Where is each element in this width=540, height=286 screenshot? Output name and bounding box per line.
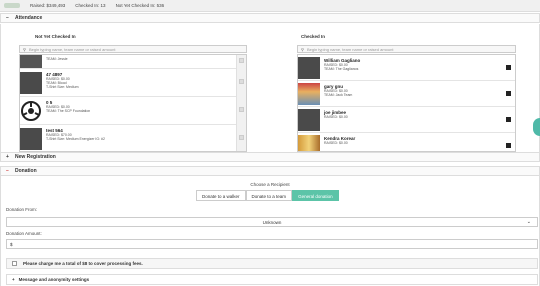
list-item[interactable]: joe jimbee RAISED: $0.00 [298, 107, 515, 133]
not-checked-in-search[interactable]: ⚲ Begin typing name, team name or raised… [19, 45, 247, 53]
collapse-icon: − [6, 168, 9, 174]
search-icon: ⚲ [301, 46, 304, 52]
checked-in-checkbox[interactable] [506, 117, 511, 122]
donation-amount-label: Donation Amount: [6, 231, 42, 236]
raised-line: RAISED: $0.00 [324, 141, 348, 145]
donation-from-select[interactable]: Unknown ⌄ [6, 217, 538, 227]
donation-from-label: Donation From: [6, 207, 38, 212]
avatar [20, 55, 42, 68]
donate-to-team-button[interactable]: Donate to a team [245, 190, 293, 201]
search-icon: ⚲ [23, 46, 26, 52]
raised-total: Raised: $349,493 [30, 3, 66, 8]
collapse-icon: − [6, 15, 9, 21]
expand-icon: + [6, 154, 9, 160]
donation-amount-input[interactable]: $ [6, 239, 538, 249]
recipient-button-group: Donate to a walker Donate to a team Gene… [196, 190, 339, 201]
search-placeholder: Begin typing name, team name or raised a… [28, 46, 116, 52]
avatar [20, 128, 42, 150]
team-line: TEAM: The SCP Foundation [46, 109, 91, 114]
checkin-toggle[interactable] [239, 135, 244, 140]
checkin-toggle[interactable] [239, 58, 244, 63]
processing-fee-checkbox[interactable] [12, 261, 17, 266]
processing-fee-option[interactable]: Please charge me a total of $8 to cover … [6, 258, 538, 269]
attendance-title: Attendance [15, 15, 43, 21]
avatar [298, 109, 320, 131]
list-item[interactable]: 47 4897 RAISED: $0.00 TEAM: Blood T-Shir… [20, 69, 246, 97]
list-item[interactable]: Kendra Korear RAISED: $0.00 [298, 133, 515, 151]
chevron-down-icon: ⌄ [526, 219, 531, 225]
not-checked-in-list[interactable]: TEAM: Jessie 47 4897 RAISED: $0.00 TEAM:… [19, 54, 247, 152]
processing-fee-text: Please charge me a total of $8 to cover … [23, 261, 143, 266]
list-scrollbar[interactable] [236, 55, 246, 151]
app-logo [4, 3, 20, 8]
attendance-section-header[interactable]: − Attendance [0, 13, 540, 23]
checkin-toggle[interactable] [239, 79, 244, 84]
avatar [298, 57, 320, 79]
summary-bar: Raised: $349,493 Checked In: 13 Not Yet … [0, 0, 540, 12]
shirt-line: T-Shirt Size: Medium [46, 85, 79, 90]
donation-title: Donation [15, 168, 37, 174]
list-item[interactable]: 0 5 RAISED: $0.00 TEAM: The SCP Foundati… [20, 97, 246, 125]
donation-section-header[interactable]: − Donation [0, 166, 540, 176]
team-line: TEAM: Jack Team [324, 93, 353, 98]
checked-in-title: Checked In [301, 34, 326, 39]
message-settings-label: Message and anonymity settings [18, 277, 90, 282]
not-checked-in-title: Not Yet Checked In [35, 34, 76, 39]
team-line: TEAM: Jessie [46, 57, 68, 61]
search-placeholder: Begin typing name, team name or raised a… [306, 46, 394, 52]
checked-in-count: Checked In: 13 [75, 3, 106, 8]
photo-avatar [298, 83, 320, 105]
checked-in-checkbox[interactable] [506, 91, 511, 96]
checked-in-search[interactable]: ⚲ Begin typing name, team name or raised… [297, 45, 516, 53]
attendance-panel: Not Yet Checked In ⚲ Begin typing name, … [0, 24, 540, 152]
list-item[interactable]: gary gnu RAISED: $0.00 TEAM: Jack Team [298, 81, 515, 107]
expand-icon: + [12, 277, 15, 282]
floating-action-button[interactable] [533, 118, 540, 136]
list-item[interactable]: test 564 RAISED: $70.00 T-Shirt Size: Me… [20, 125, 246, 151]
list-item[interactable]: William Gagliano RAISED: $0.00 TEAM: The… [298, 55, 515, 81]
team-line: TEAM: The Gaglianos [324, 67, 359, 72]
general-donation-button[interactable]: General donation [292, 190, 339, 201]
checked-in-checkbox[interactable] [506, 143, 511, 148]
choose-recipient-label: Choose a Recipient [250, 182, 290, 187]
not-yet-checked-in-count: Not Yet Checked In: 536 [115, 3, 165, 8]
scp-logo-avatar [20, 100, 42, 122]
donation-from-value: Unknown [262, 220, 282, 225]
checked-in-checkbox[interactable] [506, 65, 511, 70]
photo-avatar [298, 135, 320, 151]
message-settings-toggle[interactable]: + Message and anonymity settings [6, 274, 538, 285]
avatar [20, 72, 42, 94]
donate-to-walker-button[interactable]: Donate to a walker [196, 190, 246, 201]
checked-in-list[interactable]: William Gagliano RAISED: $0.00 TEAM: The… [297, 54, 516, 152]
checkin-toggle[interactable] [239, 107, 244, 112]
raised-line: RAISED: $0.00 [324, 115, 348, 119]
shirt-line: T-Shirt Size: Medium Energizer IG: #2 [46, 137, 105, 142]
new-registration-section-header[interactable]: + New Registration [0, 152, 540, 162]
list-item[interactable]: TEAM: Jessie [20, 55, 246, 69]
new-registration-title: New Registration [15, 154, 56, 160]
